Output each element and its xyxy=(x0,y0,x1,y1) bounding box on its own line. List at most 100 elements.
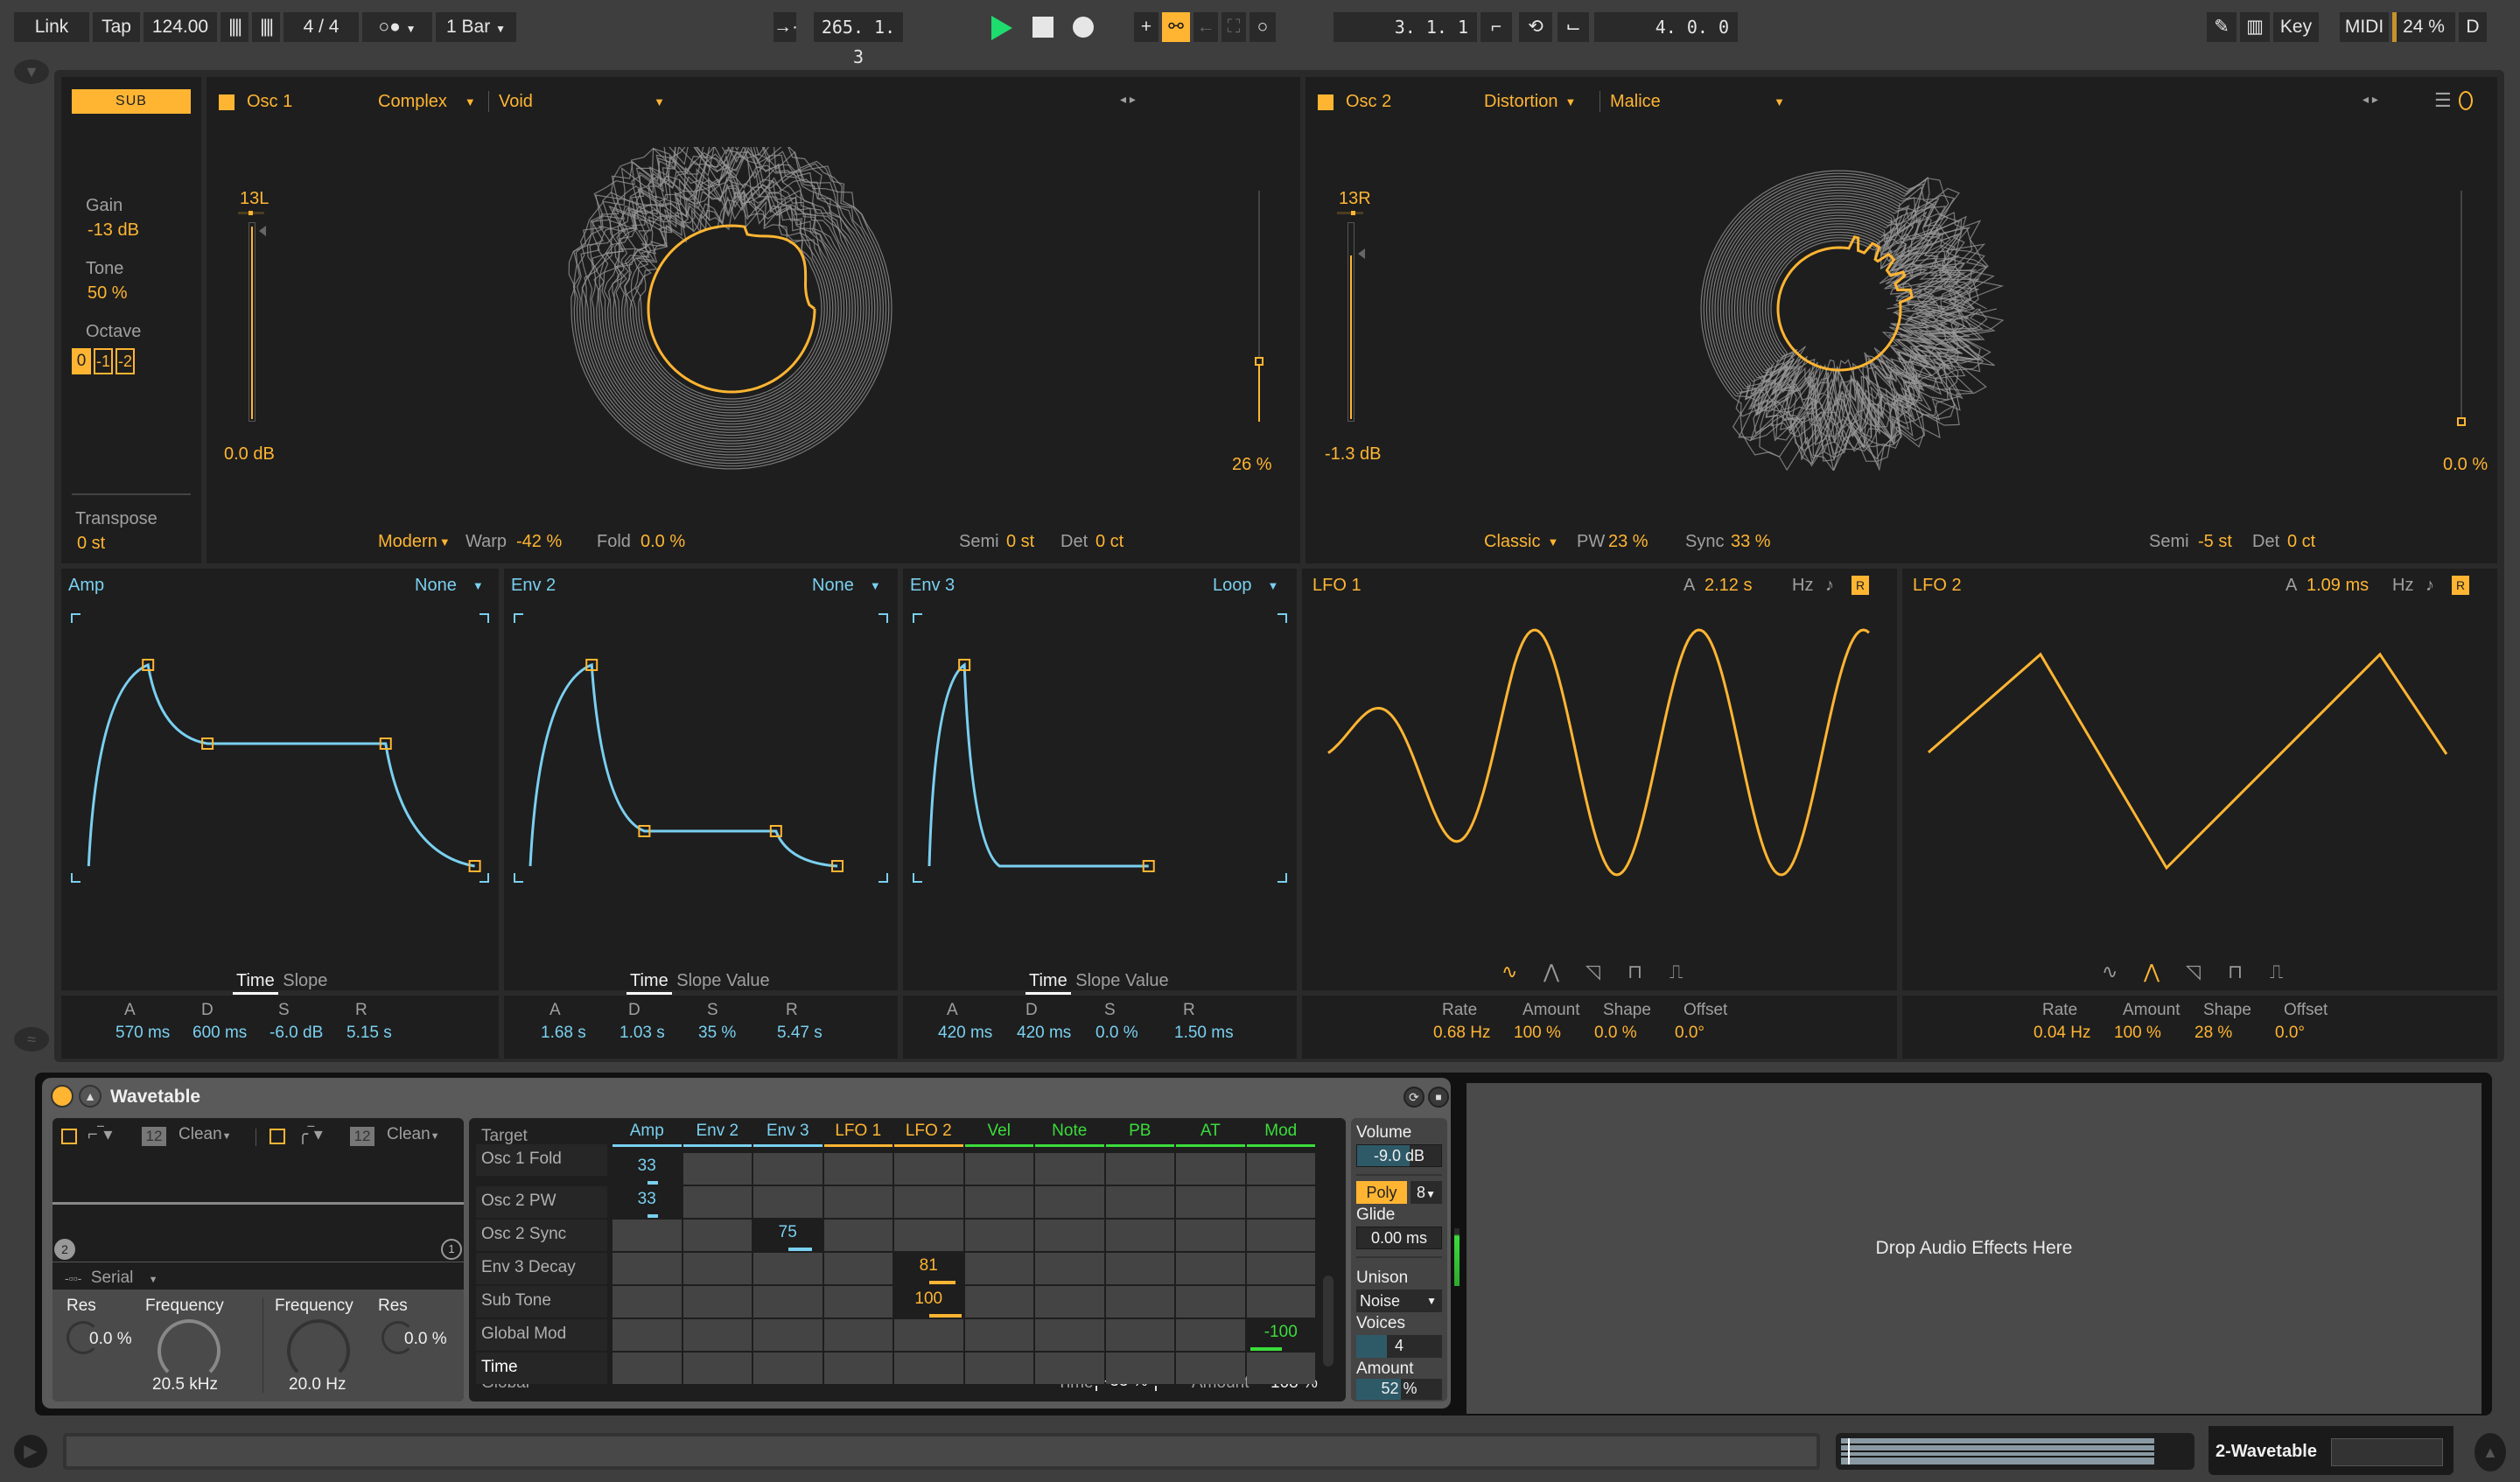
osc2-gain-slider[interactable] xyxy=(1348,222,1354,422)
matrix-cell[interactable] xyxy=(753,1153,822,1185)
osc1-on-toggle[interactable] xyxy=(219,94,234,110)
osc2-effect-mode-dropdown[interactable]: Classic ▼ xyxy=(1484,532,1558,552)
osc1-warp-value[interactable]: -42 % xyxy=(516,532,562,552)
lfo-attack-value[interactable]: 2.12 s xyxy=(1704,576,1752,596)
matrix-source-header[interactable]: LFO 2 xyxy=(894,1122,963,1147)
lfo-shape-sine-icon[interactable]: ∿ xyxy=(2102,961,2118,983)
matrix-source-header[interactable]: LFO 1 xyxy=(823,1122,892,1147)
matrix-target-row-label[interactable]: Osc 2 PW xyxy=(476,1186,607,1218)
midi-map-button[interactable]: MIDI xyxy=(2340,12,2389,42)
env-mode-dropdown[interactable]: Loop ▼ xyxy=(1213,576,1278,596)
matrix-cell[interactable] xyxy=(964,1186,1033,1218)
param-value[interactable]: 0.0 % xyxy=(1096,1024,1138,1043)
param-value[interactable]: 600 ms xyxy=(192,1024,247,1043)
env-tab-time[interactable]: Time xyxy=(1026,971,1071,995)
lfo-shape-square-icon[interactable]: ⊓ xyxy=(1628,961,1642,983)
osc2-menu-icon[interactable]: ☰ xyxy=(2434,89,2452,112)
env-tab-slope[interactable]: Slope xyxy=(1075,971,1120,990)
osc2-sync-value[interactable]: 33 % xyxy=(1731,532,1771,552)
octave-0-button[interactable]: 0 xyxy=(72,348,91,374)
matrix-cell[interactable] xyxy=(682,1353,752,1384)
matrix-cell[interactable] xyxy=(1035,1286,1104,1318)
filter-routing-dropdown[interactable]: -▫▫- Serial ▼ xyxy=(65,1269,158,1288)
osc1-category-dropdown[interactable]: Complex ▼ xyxy=(378,92,476,112)
matrix-target-row-label[interactable]: Env 3 Decay xyxy=(476,1253,607,1284)
voices-field[interactable]: 4 xyxy=(1356,1335,1442,1358)
matrix-cell[interactable] xyxy=(1035,1186,1104,1218)
matrix-cell[interactable] xyxy=(964,1253,1033,1284)
clip-view-toggle-icon[interactable]: ≈ xyxy=(14,1027,49,1052)
matrix-cell[interactable] xyxy=(682,1153,752,1185)
matrix-cell[interactable] xyxy=(1246,1353,1315,1384)
matrix-cell[interactable] xyxy=(612,1319,682,1351)
osc1-wavetable-display[interactable] xyxy=(548,147,915,471)
matrix-cell[interactable] xyxy=(1246,1220,1315,1251)
matrix-cell[interactable] xyxy=(1176,1220,1245,1251)
matrix-cell[interactable] xyxy=(964,1220,1033,1251)
lfo-shape-sine-icon[interactable]: ∿ xyxy=(1502,961,1517,983)
matrix-cell[interactable] xyxy=(1246,1153,1315,1185)
quantization-dropdown[interactable]: 1 Bar ▼ xyxy=(436,12,516,42)
osc2-pan-slider[interactable] xyxy=(1337,211,1363,215)
matrix-cell[interactable] xyxy=(1176,1186,1245,1218)
matrix-cell[interactable]: 33 xyxy=(612,1186,682,1218)
matrix-cell[interactable]: -100 xyxy=(1246,1319,1315,1351)
osc2-det-value[interactable]: 0 ct xyxy=(2287,532,2315,552)
loop-toggle-icon[interactable]: ⟲ xyxy=(1519,12,1552,42)
matrix-source-header[interactable]: Vel xyxy=(964,1122,1033,1147)
osc2-wavetable-dropdown[interactable]: Malice ▼ xyxy=(1610,92,1785,112)
param-value[interactable]: 420 ms xyxy=(1017,1024,1071,1043)
param-value[interactable]: 1.68 s xyxy=(541,1024,586,1043)
tempo-field[interactable]: 124.00 xyxy=(144,12,217,42)
filter1-type-dropdown[interactable]: ⌐‾▾ xyxy=(88,1123,112,1145)
matrix-source-header[interactable]: AT xyxy=(1176,1122,1245,1147)
link-button[interactable]: Link xyxy=(14,12,89,42)
save-preset-icon[interactable]: ■ xyxy=(1428,1087,1449,1108)
param-value[interactable]: 0.0 % xyxy=(1594,1024,1637,1043)
osc2-category-dropdown[interactable]: Distortion ▼ xyxy=(1484,92,1576,112)
matrix-cell[interactable] xyxy=(612,1220,682,1251)
lfo-rate-unit-toggle[interactable]: Hz xyxy=(1792,576,1813,596)
matrix-cell[interactable] xyxy=(823,1186,892,1218)
matrix-cell[interactable] xyxy=(612,1253,682,1284)
amp-envelope-graph[interactable] xyxy=(61,604,499,901)
filter2-type-dropdown[interactable]: ╭‾▾ xyxy=(298,1123,323,1145)
osc1-prev-next-icon[interactable]: ◂ ▸ xyxy=(1120,92,1136,107)
matrix-cell[interactable]: 81 xyxy=(894,1253,963,1284)
matrix-cell[interactable] xyxy=(682,1186,752,1218)
osc1-semi-value[interactable]: 0 st xyxy=(1006,532,1034,552)
osc1-det-value[interactable]: 0 ct xyxy=(1096,532,1124,552)
matrix-cell[interactable] xyxy=(1246,1186,1315,1218)
param-value[interactable]: 100 % xyxy=(2114,1024,2161,1043)
matrix-cell[interactable] xyxy=(1176,1286,1245,1318)
matrix-cell[interactable] xyxy=(964,1153,1033,1185)
device-view-collapse-icon[interactable]: ▼ xyxy=(14,59,49,84)
param-value[interactable]: -6.0 dB xyxy=(270,1024,323,1043)
lfo-attack-value[interactable]: 1.09 ms xyxy=(2306,576,2369,596)
matrix-cell[interactable] xyxy=(753,1253,822,1284)
audio-effects-drop-zone[interactable]: Drop Audio Effects Here xyxy=(1466,1083,2482,1414)
nudge-up-icon[interactable]: |||| xyxy=(252,12,280,42)
matrix-cell[interactable] xyxy=(753,1353,822,1384)
param-value[interactable]: 100 % xyxy=(1514,1024,1561,1043)
lfo-retrigger-button[interactable]: R xyxy=(2452,576,2469,595)
lfo-shape-saw-icon[interactable]: ◹ xyxy=(2186,961,2201,983)
filter2-on-toggle[interactable] xyxy=(270,1129,285,1144)
matrix-cell[interactable] xyxy=(894,1220,963,1251)
param-value[interactable]: 0.0° xyxy=(2275,1024,2305,1043)
param-value[interactable]: 5.15 s xyxy=(346,1024,392,1043)
matrix-cell[interactable] xyxy=(823,1253,892,1284)
matrix-cell[interactable] xyxy=(823,1286,892,1318)
lfo-shape-triangle-icon[interactable]: ⋀ xyxy=(1544,961,1559,983)
filter1-on-toggle[interactable] xyxy=(61,1129,77,1144)
matrix-cell[interactable] xyxy=(612,1353,682,1384)
osc1-gain-slider[interactable] xyxy=(248,222,256,422)
matrix-cell[interactable] xyxy=(894,1319,963,1351)
osc2-wavetable-display[interactable] xyxy=(1673,147,2040,471)
matrix-cell[interactable] xyxy=(964,1286,1033,1318)
matrix-cell[interactable] xyxy=(964,1319,1033,1351)
matrix-cell[interactable] xyxy=(753,1186,822,1218)
volume-field[interactable]: -9.0 dB xyxy=(1356,1144,1442,1167)
matrix-target-row-label[interactable]: Sub Tone xyxy=(476,1286,607,1318)
lfo-shape-random-icon[interactable]: ⎍ xyxy=(1670,961,1683,983)
